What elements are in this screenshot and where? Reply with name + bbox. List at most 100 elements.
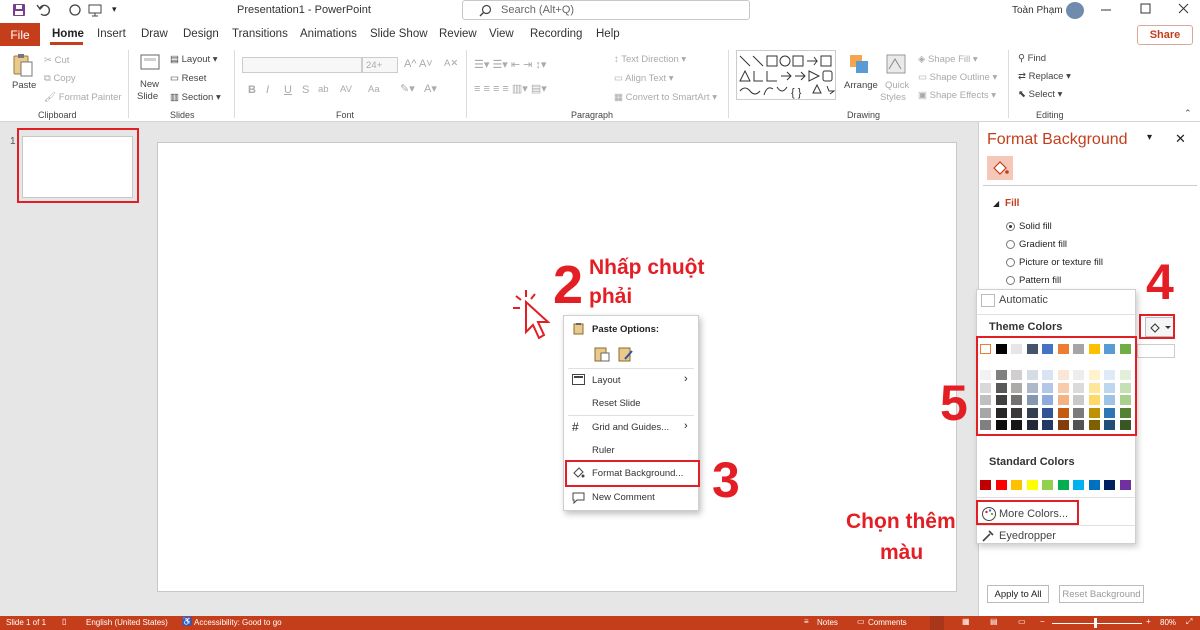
pane-options-icon[interactable]: ▾	[1147, 132, 1152, 143]
standard-color-swatch[interactable]	[995, 480, 1007, 490]
arrange-icon[interactable]	[848, 53, 870, 75]
standard-color-swatch[interactable]	[1057, 480, 1069, 490]
char-spacing-button[interactable]: AV	[340, 84, 352, 95]
shadow-button[interactable]: ab	[318, 84, 329, 95]
share-button[interactable]: Share	[1137, 25, 1193, 45]
tab-recording[interactable]: Recording	[530, 28, 582, 40]
standard-color-swatch[interactable]	[1073, 480, 1084, 490]
menu-item-layout[interactable]: Layout	[592, 375, 621, 386]
slide-sorter-icon[interactable]: ▦	[962, 617, 970, 626]
option-pattern-fill[interactable]: Pattern fill	[1019, 275, 1061, 286]
transparency-field[interactable]	[1137, 344, 1175, 358]
font-size-dropdown[interactable]: 24+	[362, 57, 398, 73]
arrange-label[interactable]: Arrange	[844, 80, 878, 91]
standard-color-swatch[interactable]	[1026, 480, 1038, 490]
replace-button[interactable]: ⇄ Replace ▾	[1018, 71, 1071, 82]
shape-outline-button[interactable]: ▭ Shape Outline ▾	[918, 72, 997, 83]
customize-toolbar-icon[interactable]: ▾	[112, 4, 117, 15]
undo-icon[interactable]	[36, 3, 54, 17]
quick-styles-label-1[interactable]: Quick	[885, 80, 909, 91]
change-case-button[interactable]: Aa	[368, 84, 380, 95]
fit-slide-icon[interactable]: ⤢	[1186, 617, 1192, 627]
new-slide-label-2[interactable]: Slide	[137, 91, 158, 102]
tab-transitions[interactable]: Transitions	[232, 28, 288, 40]
option-gradient-fill[interactable]: Gradient fill	[1019, 239, 1067, 250]
quick-styles-label-2[interactable]: Styles	[880, 92, 906, 103]
align-text-button[interactable]: ▭ Align Text ▾	[614, 73, 674, 84]
strikethrough-button[interactable]: S	[302, 84, 309, 96]
radio-picture-fill[interactable]	[1006, 258, 1015, 267]
radio-solid-fill[interactable]	[1006, 222, 1015, 231]
option-solid-fill[interactable]: Solid fill	[1019, 221, 1052, 232]
eyedropper-option[interactable]: Eyedropper	[999, 530, 1056, 542]
quick-styles-icon[interactable]	[885, 53, 907, 75]
menu-item-grid-guides[interactable]: Grid and Guides...	[592, 422, 669, 433]
user-name[interactable]: Toàn Phạm	[1012, 5, 1063, 16]
slideshow-icon[interactable]: ▭	[1018, 617, 1026, 626]
standard-color-swatch[interactable]	[1104, 480, 1115, 490]
search-box[interactable]: Search (Alt+Q)	[462, 0, 750, 20]
tab-slide-show[interactable]: Slide Show	[370, 28, 428, 40]
fill-section-label[interactable]: Fill	[1005, 198, 1019, 209]
redo-icon[interactable]	[68, 3, 82, 17]
new-slide-icon[interactable]	[140, 52, 162, 74]
maximize-icon[interactable]	[1140, 3, 1152, 15]
bold-button[interactable]: B	[248, 84, 256, 96]
notes-button[interactable]: Notes	[817, 618, 838, 627]
minimize-icon[interactable]	[1100, 2, 1112, 16]
tab-view[interactable]: View	[489, 28, 514, 40]
tab-draw[interactable]: Draw	[141, 28, 168, 40]
fill-tab[interactable]	[987, 156, 1013, 180]
tab-home[interactable]: Home	[52, 28, 84, 40]
align-icons[interactable]: ≡ ≡ ≡ ≡ ▥▾ ▤▾	[474, 82, 547, 95]
accessibility-status[interactable]: Accessibility: Good to go	[194, 618, 282, 627]
find-button[interactable]: ⚲ Find	[1018, 53, 1046, 64]
standard-color-swatch[interactable]	[980, 480, 991, 490]
new-slide-label-1[interactable]: New	[140, 79, 159, 90]
shape-effects-button[interactable]: ▣ Shape Effects ▾	[918, 90, 996, 101]
copy-button[interactable]: ⧉ Copy	[44, 73, 76, 84]
paste-picture-icon[interactable]	[618, 346, 634, 362]
highlight-icon[interactable]: ✎▾	[400, 82, 415, 95]
zoom-out-icon[interactable]: −	[1040, 617, 1045, 626]
standard-color-swatch[interactable]	[1042, 480, 1053, 490]
menu-item-ruler[interactable]: Ruler	[592, 445, 615, 456]
font-color-icon[interactable]: A▾	[424, 82, 437, 95]
clear-formatting-icon[interactable]: A✕	[444, 58, 458, 69]
comments-button[interactable]: Comments	[868, 618, 907, 627]
pane-close-icon[interactable]: ✕	[1175, 131, 1186, 147]
automatic-option[interactable]: Automatic	[999, 294, 1048, 306]
paste-icon[interactable]	[12, 52, 34, 78]
tab-help[interactable]: Help	[596, 28, 620, 40]
slide-canvas[interactable]	[157, 142, 957, 592]
grow-font-icon[interactable]: A^ A˅	[404, 58, 433, 70]
shape-fill-button[interactable]: ◈ Shape Fill ▾	[918, 54, 978, 65]
underline-button[interactable]: U	[284, 84, 292, 96]
italic-button[interactable]: I	[266, 84, 269, 96]
standard-color-swatch[interactable]	[1088, 480, 1100, 490]
reading-view-icon[interactable]: ▤	[990, 617, 998, 626]
spell-check-icon[interactable]: ▯	[62, 617, 66, 626]
close-icon[interactable]	[1178, 3, 1190, 15]
radio-pattern-fill[interactable]	[1006, 276, 1015, 285]
shapes-gallery[interactable]: { }	[736, 50, 836, 100]
zoom-level[interactable]: 80%	[1160, 618, 1176, 627]
layout-button[interactable]: ▤ Layout ▾	[170, 54, 218, 65]
present-icon[interactable]	[88, 3, 102, 17]
zoom-slider-thumb[interactable]	[1094, 618, 1097, 628]
smartart-button[interactable]: ▦ Convert to SmartArt ▾	[614, 92, 717, 103]
format-painter-button[interactable]: 🖌 Format Painter	[44, 92, 122, 103]
select-button[interactable]: ⬉ Select ▾	[1018, 89, 1062, 100]
standard-color-swatch[interactable]	[1011, 480, 1022, 490]
font-family-dropdown[interactable]	[242, 57, 362, 73]
text-direction-button[interactable]: ↕ Text Direction ▾	[614, 54, 686, 65]
apply-to-all-button[interactable]: Apply to All	[987, 585, 1049, 603]
tab-file[interactable]: File	[0, 23, 40, 46]
tab-review[interactable]: Review	[439, 28, 477, 40]
reset-background-button[interactable]: Reset Background	[1059, 585, 1144, 603]
paste-keep-formatting-icon[interactable]	[594, 346, 610, 362]
avatar[interactable]	[1066, 2, 1084, 19]
reset-button[interactable]: ▭ Reset	[170, 73, 206, 84]
tab-insert[interactable]: Insert	[97, 28, 126, 40]
zoom-in-icon[interactable]: +	[1146, 617, 1151, 626]
